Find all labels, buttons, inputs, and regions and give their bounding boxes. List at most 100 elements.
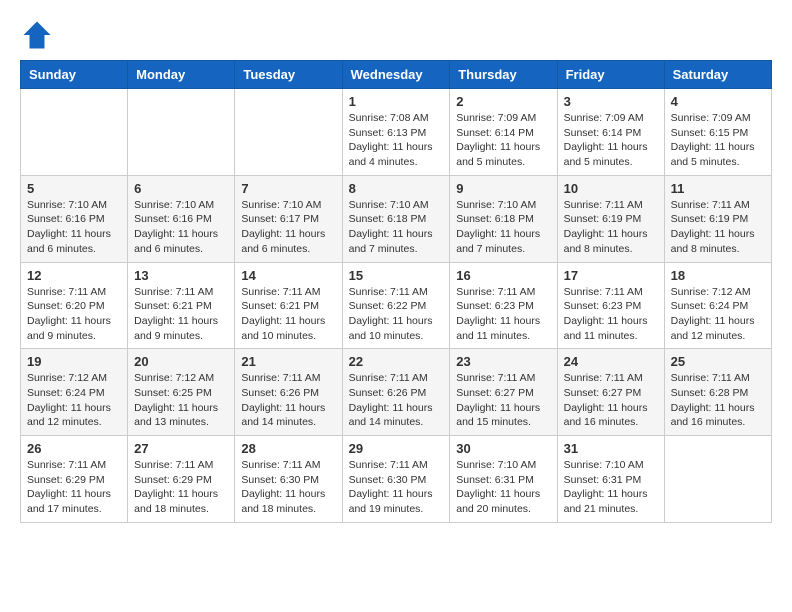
day-info: Sunrise: 7:11 AM Sunset: 6:19 PM Dayligh… — [671, 198, 765, 257]
weekday-header: Wednesday — [342, 61, 450, 89]
calendar-cell: 12 Sunrise: 7:11 AM Sunset: 6:20 PM Dayli… — [21, 262, 128, 349]
day-info: Sunrise: 7:11 AM Sunset: 6:27 PM Dayligh… — [456, 371, 550, 430]
day-info: Sunrise: 7:11 AM Sunset: 6:29 PM Dayligh… — [134, 458, 228, 517]
calendar-cell: 13Sunrise: 7:11 AM Sunset: 6:21 PM Dayli… — [128, 262, 235, 349]
calendar-cell: 20 Sunrise: 7:12 AM Sunset: 6:25 PM Dayli… — [128, 349, 235, 436]
calendar-cell — [235, 89, 342, 176]
calendar-cell — [128, 89, 235, 176]
day-number: 23 — [456, 354, 550, 369]
day-number: 27 — [134, 441, 228, 456]
day-info: Sunrise: 7:10 AM Sunset: 6:16 PM Dayligh… — [134, 198, 228, 257]
day-info: Sunrise: 7:11 AM Sunset: 6:22 PM Dayligh… — [349, 285, 444, 344]
day-info: Sunrise: 7:11 AM Sunset: 6:23 PM Dayligh… — [456, 285, 550, 344]
day-number: 20 — [134, 354, 228, 369]
calendar-week-row: 5 Sunrise: 7:10 AM Sunset: 6:16 PM Daylig… — [21, 175, 772, 262]
calendar-cell — [664, 436, 771, 523]
day-number: 12 — [27, 268, 121, 283]
calendar-cell: 9Sunrise: 7:10 AM Sunset: 6:18 PM Daylig… — [450, 175, 557, 262]
calendar-cell: 17 Sunrise: 7:11 AM Sunset: 6:23 PM Dayli… — [557, 262, 664, 349]
calendar-cell: 30Sunrise: 7:10 AM Sunset: 6:31 PM Dayli… — [450, 436, 557, 523]
day-number: 16 — [456, 268, 550, 283]
weekday-header: Sunday — [21, 61, 128, 89]
day-info: Sunrise: 7:11 AM Sunset: 6:26 PM Dayligh… — [241, 371, 335, 430]
day-number: 19 — [27, 354, 121, 369]
day-info: Sunrise: 7:12 AM Sunset: 6:24 PM Dayligh… — [27, 371, 121, 430]
day-info: Sunrise: 7:12 AM Sunset: 6:24 PM Dayligh… — [671, 285, 765, 344]
calendar-cell: 16 Sunrise: 7:11 AM Sunset: 6:23 PM Dayli… — [450, 262, 557, 349]
day-number: 18 — [671, 268, 765, 283]
day-info: Sunrise: 7:11 AM Sunset: 6:27 PM Dayligh… — [564, 371, 658, 430]
day-number: 14 — [241, 268, 335, 283]
day-number: 21 — [241, 354, 335, 369]
weekday-header: Saturday — [664, 61, 771, 89]
day-info: Sunrise: 7:10 AM Sunset: 6:18 PM Dayligh… — [349, 198, 444, 257]
calendar-cell: 4Sunrise: 7:09 AM Sunset: 6:15 PM Daylig… — [664, 89, 771, 176]
calendar-cell: 14 Sunrise: 7:11 AM Sunset: 6:21 PM Dayli… — [235, 262, 342, 349]
day-number: 2 — [456, 94, 550, 109]
day-number: 25 — [671, 354, 765, 369]
day-info: Sunrise: 7:11 AM Sunset: 6:20 PM Dayligh… — [27, 285, 121, 344]
day-info: Sunrise: 7:10 AM Sunset: 6:18 PM Dayligh… — [456, 198, 550, 257]
calendar-cell: 19 Sunrise: 7:12 AM Sunset: 6:24 PM Dayli… — [21, 349, 128, 436]
logo-icon — [22, 20, 52, 50]
weekday-header: Friday — [557, 61, 664, 89]
day-info: Sunrise: 7:10 AM Sunset: 6:16 PM Dayligh… — [27, 198, 121, 257]
calendar-cell: 10 Sunrise: 7:11 AM Sunset: 6:19 PM Dayli… — [557, 175, 664, 262]
day-info: Sunrise: 7:11 AM Sunset: 6:23 PM Dayligh… — [564, 285, 658, 344]
day-number: 22 — [349, 354, 444, 369]
day-info: Sunrise: 7:10 AM Sunset: 6:17 PM Dayligh… — [241, 198, 335, 257]
calendar-cell: 18 Sunrise: 7:12 AM Sunset: 6:24 PM Dayli… — [664, 262, 771, 349]
calendar-cell: 22 Sunrise: 7:11 AM Sunset: 6:26 PM Dayli… — [342, 349, 450, 436]
calendar-cell: 29Sunrise: 7:11 AM Sunset: 6:30 PM Dayli… — [342, 436, 450, 523]
day-info: Sunrise: 7:09 AM Sunset: 6:14 PM Dayligh… — [564, 111, 658, 170]
day-number: 5 — [27, 181, 121, 196]
day-number: 17 — [564, 268, 658, 283]
day-number: 29 — [349, 441, 444, 456]
calendar-cell: 25Sunrise: 7:11 AM Sunset: 6:28 PM Dayli… — [664, 349, 771, 436]
calendar-cell: 15 Sunrise: 7:11 AM Sunset: 6:22 PM Dayli… — [342, 262, 450, 349]
weekday-header: Monday — [128, 61, 235, 89]
day-number: 26 — [27, 441, 121, 456]
calendar-week-row: 12 Sunrise: 7:11 AM Sunset: 6:20 PM Dayli… — [21, 262, 772, 349]
day-number: 30 — [456, 441, 550, 456]
logo — [20, 20, 52, 50]
day-number: 31 — [564, 441, 658, 456]
weekday-header: Thursday — [450, 61, 557, 89]
calendar-cell: 8 Sunrise: 7:10 AM Sunset: 6:18 PM Daylig… — [342, 175, 450, 262]
calendar-cell: 31 Sunrise: 7:10 AM Sunset: 6:31 PM Dayli… — [557, 436, 664, 523]
day-number: 1 — [349, 94, 444, 109]
day-info: Sunrise: 7:12 AM Sunset: 6:25 PM Dayligh… — [134, 371, 228, 430]
day-number: 11 — [671, 181, 765, 196]
day-number: 15 — [349, 268, 444, 283]
day-number: 13 — [134, 268, 228, 283]
weekday-header-row: SundayMondayTuesdayWednesdayThursdayFrid… — [21, 61, 772, 89]
calendar-cell: 6 Sunrise: 7:10 AM Sunset: 6:16 PM Daylig… — [128, 175, 235, 262]
weekday-header: Tuesday — [235, 61, 342, 89]
calendar-cell — [21, 89, 128, 176]
calendar-week-row: 1Sunrise: 7:08 AM Sunset: 6:13 PM Daylig… — [21, 89, 772, 176]
day-info: Sunrise: 7:11 AM Sunset: 6:29 PM Dayligh… — [27, 458, 121, 517]
day-number: 3 — [564, 94, 658, 109]
day-info: Sunrise: 7:11 AM Sunset: 6:26 PM Dayligh… — [349, 371, 444, 430]
calendar-cell: 2Sunrise: 7:09 AM Sunset: 6:14 PM Daylig… — [450, 89, 557, 176]
calendar-cell: 3 Sunrise: 7:09 AM Sunset: 6:14 PM Daylig… — [557, 89, 664, 176]
day-info: Sunrise: 7:11 AM Sunset: 6:30 PM Dayligh… — [241, 458, 335, 517]
calendar-week-row: 19 Sunrise: 7:12 AM Sunset: 6:24 PM Dayli… — [21, 349, 772, 436]
day-number: 10 — [564, 181, 658, 196]
calendar-cell: 26 Sunrise: 7:11 AM Sunset: 6:29 PM Dayli… — [21, 436, 128, 523]
calendar-cell: 7Sunrise: 7:10 AM Sunset: 6:17 PM Daylig… — [235, 175, 342, 262]
day-info: Sunrise: 7:11 AM Sunset: 6:19 PM Dayligh… — [564, 198, 658, 257]
calendar-cell: 23 Sunrise: 7:11 AM Sunset: 6:27 PM Dayli… — [450, 349, 557, 436]
calendar-cell: 28 Sunrise: 7:11 AM Sunset: 6:30 PM Dayli… — [235, 436, 342, 523]
calendar-cell: 21 Sunrise: 7:11 AM Sunset: 6:26 PM Dayli… — [235, 349, 342, 436]
calendar-cell: 5 Sunrise: 7:10 AM Sunset: 6:16 PM Daylig… — [21, 175, 128, 262]
day-info: Sunrise: 7:10 AM Sunset: 6:31 PM Dayligh… — [564, 458, 658, 517]
calendar-cell: 27 Sunrise: 7:11 AM Sunset: 6:29 PM Dayli… — [128, 436, 235, 523]
day-number: 8 — [349, 181, 444, 196]
day-info: Sunrise: 7:11 AM Sunset: 6:21 PM Dayligh… — [241, 285, 335, 344]
day-number: 28 — [241, 441, 335, 456]
page-header — [20, 20, 772, 50]
day-number: 6 — [134, 181, 228, 196]
day-number: 4 — [671, 94, 765, 109]
calendar-week-row: 26 Sunrise: 7:11 AM Sunset: 6:29 PM Dayli… — [21, 436, 772, 523]
